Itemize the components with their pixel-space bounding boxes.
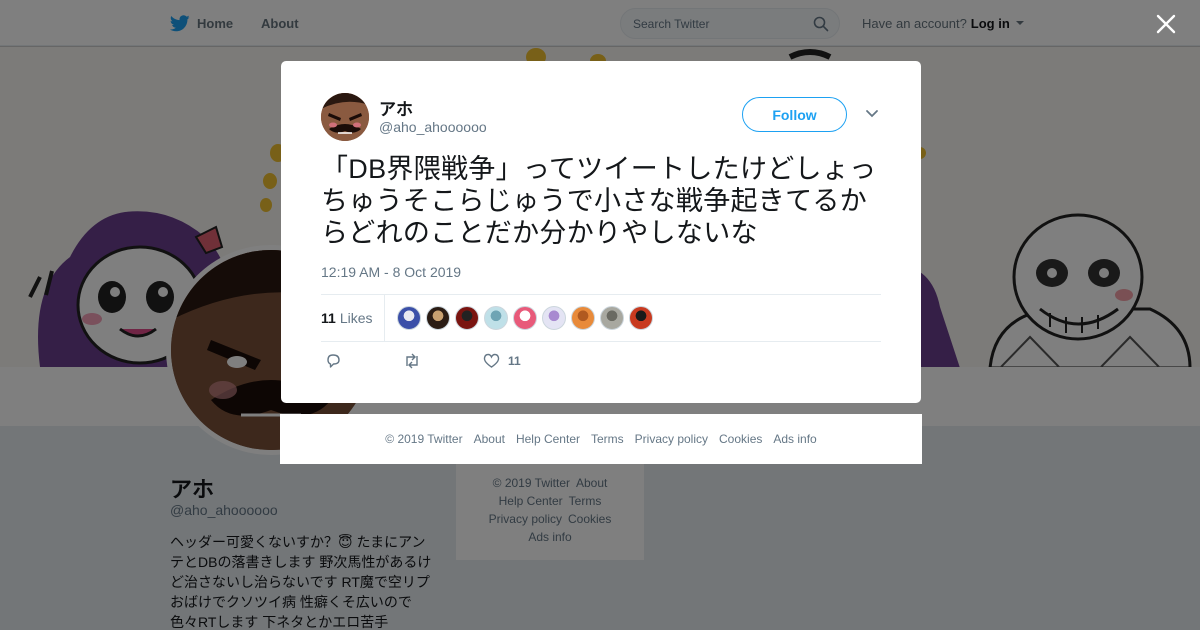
reply-button[interactable] [325,353,341,369]
liker-avatar[interactable] [513,306,537,330]
modal-footer: © 2019 Twitter About Help Center Terms P… [280,414,922,464]
likes-label: Likes [339,310,373,326]
close-icon[interactable] [1154,12,1178,36]
retweet-icon [406,353,418,369]
liker-avatar[interactable] [426,306,450,330]
stats-divider [384,295,385,341]
liker-avatar[interactable] [455,306,479,330]
tweet-author-avatar-illustration [321,93,369,141]
footer-ads-link[interactable]: Ads info [773,432,816,446]
footer-help-link[interactable]: Help Center [516,432,580,446]
like-count: 11 [508,354,521,368]
tweet-author-name[interactable]: アホ [379,95,413,120]
reply-icon [327,354,340,368]
tweet-author-handle[interactable]: @aho_ahoooooo [379,119,487,135]
liker-avatar[interactable] [600,306,624,330]
tweet-author-avatar[interactable] [321,93,369,141]
follow-button[interactable]: Follow [742,97,847,132]
liker-avatar[interactable] [571,306,595,330]
footer-privacy-link[interactable]: Privacy policy [635,432,708,446]
liker-avatar[interactable] [484,306,508,330]
tweet-modal: アホ @aho_ahoooooo Follow 「DB界隈戦争」ってツイートした… [281,61,921,403]
likers-avatar-row [397,306,653,330]
tweet-stats: 11 Likes [321,294,881,342]
footer-about-link[interactable]: About [474,432,505,446]
footer-copyright: © 2019 Twitter [385,432,463,446]
footer-terms-link[interactable]: Terms [591,432,624,446]
tweet-text: 「DB界隈戦争」ってツイートしたけどしょっちゅうそこらじゅうで小さな戦争起きてる… [321,154,877,248]
footer-cookies-link[interactable]: Cookies [719,432,762,446]
likes-count: 11 [321,310,336,326]
tweet-timestamp[interactable]: 12:19 AM - 8 Oct 2019 [321,264,461,280]
like-button[interactable]: 11 [483,353,521,369]
heart-icon [483,353,500,368]
retweet-button[interactable] [403,353,421,369]
liker-avatar[interactable] [397,306,421,330]
liker-avatar[interactable] [629,306,653,330]
chevron-down-icon[interactable] [865,109,879,119]
liker-avatar[interactable] [542,306,566,330]
likes-stat[interactable]: 11 Likes [321,295,373,341]
